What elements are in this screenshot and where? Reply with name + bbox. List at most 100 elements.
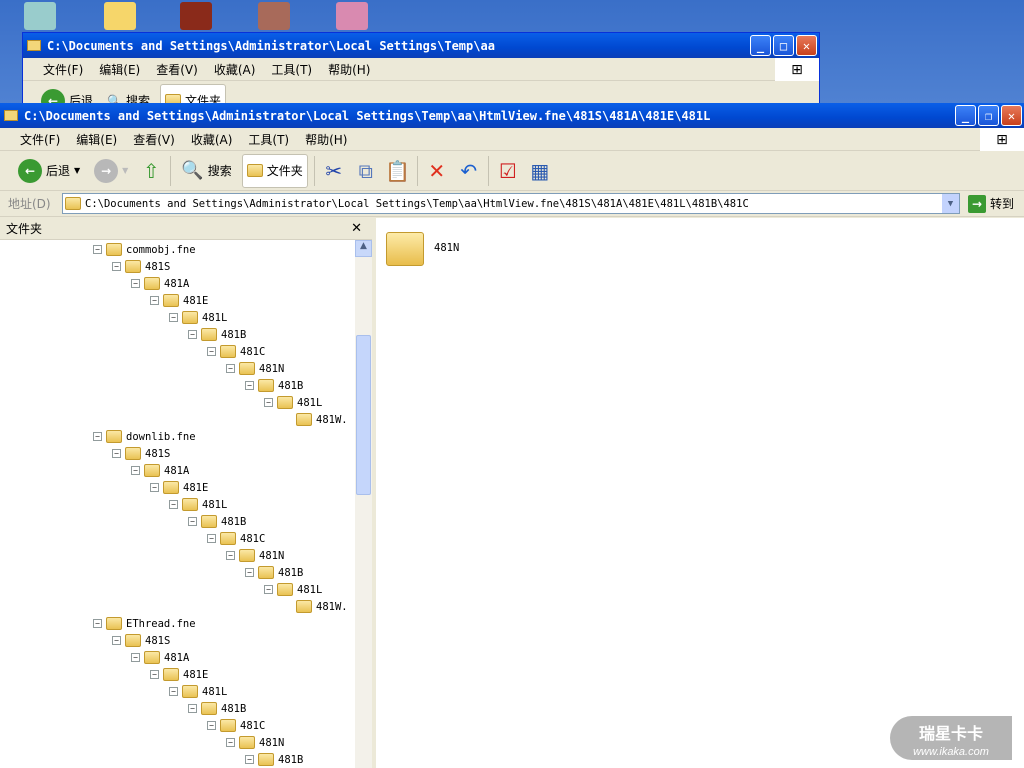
- collapse-toggle[interactable]: −: [169, 500, 178, 509]
- search-button[interactable]: 🔍 搜索: [177, 154, 235, 188]
- back-button[interactable]: ← 后退 ▼: [14, 154, 84, 188]
- copy-icon[interactable]: ⧉: [353, 159, 379, 183]
- collapse-toggle[interactable]: −: [169, 687, 178, 696]
- tree-item[interactable]: − 481L: [264, 581, 322, 598]
- menu-help[interactable]: 帮助(H): [328, 61, 370, 78]
- tree-item[interactable]: − 481L: [169, 683, 227, 700]
- undo-icon[interactable]: ↶: [456, 159, 482, 183]
- collapse-toggle[interactable]: −: [131, 279, 140, 288]
- collapse-toggle[interactable]: −: [245, 755, 254, 764]
- back-explorer-window[interactable]: C:\Documents and Settings\Administrator\…: [22, 32, 820, 104]
- menu-edit[interactable]: 编辑(E): [76, 131, 117, 148]
- paste-icon[interactable]: 📋: [385, 159, 411, 183]
- folder-desktop-icon[interactable]: [104, 2, 136, 30]
- tree-item[interactable]: − 481S: [112, 632, 170, 649]
- menu-view[interactable]: 查看(V): [133, 131, 175, 148]
- tree-item[interactable]: − 481N: [226, 734, 284, 751]
- menu-favorites[interactable]: 收藏(A): [214, 61, 256, 78]
- tree-item[interactable]: − 481A: [131, 649, 189, 666]
- tree-item[interactable]: − 481E: [150, 666, 208, 683]
- back-button[interactable]: ← 后退: [37, 84, 97, 103]
- tree-item[interactable]: − 481C: [207, 717, 265, 734]
- tree-scrollbar[interactable]: ▲: [355, 240, 372, 768]
- tree-item[interactable]: − 481N: [226, 360, 284, 377]
- folder-tree[interactable]: − commobj.fne −481S −481A −481E −481L −481B −48…: [0, 240, 355, 768]
- restore-button[interactable]: ❐: [978, 105, 999, 126]
- collapse-toggle[interactable]: −: [112, 262, 121, 271]
- collapse-toggle[interactable]: −: [93, 245, 102, 254]
- menu-edit[interactable]: 编辑(E): [99, 61, 140, 78]
- tree-item[interactable]: − 481B: [188, 326, 246, 343]
- collapse-toggle[interactable]: −: [188, 330, 197, 339]
- views-icon[interactable]: ▦: [527, 159, 553, 183]
- collapse-toggle[interactable]: −: [207, 721, 216, 730]
- menu-favorites[interactable]: 收藏(A): [191, 131, 233, 148]
- tree-item[interactable]: − 481L: [169, 496, 227, 513]
- close-button[interactable]: ✕: [1001, 105, 1022, 126]
- tree-item[interactable]: − 481B: [245, 377, 303, 394]
- properties-icon[interactable]: ☑: [495, 159, 521, 183]
- tree-item[interactable]: − 481N: [226, 547, 284, 564]
- tree-item[interactable]: − 481S: [112, 445, 170, 462]
- menu-file[interactable]: 文件(F): [43, 61, 83, 78]
- collapse-toggle[interactable]: −: [264, 398, 273, 407]
- tree-item[interactable]: − 481L: [264, 394, 322, 411]
- tree-item[interactable]: − downlib.fne: [93, 428, 196, 445]
- title-bar[interactable]: C:\Documents and Settings\Administrator\…: [23, 33, 819, 58]
- tree-item[interactable]: − 481B: [188, 513, 246, 530]
- shortcut-icon[interactable]: [336, 2, 368, 30]
- up-folder-icon[interactable]: ⇧: [138, 159, 164, 183]
- menu-help[interactable]: 帮助(H): [305, 131, 347, 148]
- scroll-up-button[interactable]: ▲: [355, 240, 372, 257]
- forward-button[interactable]: → ▼: [90, 154, 132, 188]
- menu-tools[interactable]: 工具(T): [271, 61, 312, 78]
- collapse-toggle[interactable]: −: [150, 483, 159, 492]
- collapse-toggle[interactable]: −: [226, 738, 235, 747]
- tree-item[interactable]: − 481L: [169, 309, 227, 326]
- title-bar[interactable]: C:\Documents and Settings\Administrator\…: [0, 103, 1024, 128]
- minimize-button[interactable]: _: [955, 105, 976, 126]
- content-pane[interactable]: 481N: [376, 218, 1024, 768]
- collapse-toggle[interactable]: −: [150, 670, 159, 679]
- collapse-toggle[interactable]: −: [188, 517, 197, 526]
- collapse-toggle[interactable]: −: [226, 551, 235, 560]
- collapse-toggle[interactable]: −: [264, 585, 273, 594]
- collapse-toggle[interactable]: −: [207, 534, 216, 543]
- cut-icon[interactable]: ✂: [321, 159, 347, 183]
- collapse-toggle[interactable]: −: [169, 313, 178, 322]
- collapse-toggle[interactable]: −: [112, 636, 121, 645]
- tree-item[interactable]: − 481S: [112, 258, 170, 275]
- search-button[interactable]: 🔍 搜索: [103, 84, 154, 104]
- collapse-toggle[interactable]: −: [112, 449, 121, 458]
- recycle-bin-icon[interactable]: [24, 2, 56, 30]
- delete-icon[interactable]: ✕: [424, 159, 450, 183]
- tree-item[interactable]: − 481B: [245, 564, 303, 581]
- tree-item[interactable]: −481W.: [283, 411, 348, 428]
- scroll-thumb[interactable]: [356, 335, 371, 495]
- maximize-button[interactable]: □: [773, 35, 794, 56]
- menu-tools[interactable]: 工具(T): [248, 131, 289, 148]
- tree-item[interactable]: − 481E: [150, 292, 208, 309]
- folders-button[interactable]: 文件夹: [241, 153, 308, 188]
- minimize-button[interactable]: _: [750, 35, 771, 56]
- collapse-toggle[interactable]: −: [207, 347, 216, 356]
- tree-item[interactable]: − 481B: [188, 700, 246, 717]
- dropdown-icon[interactable]: ▼: [942, 194, 959, 213]
- menu-view[interactable]: 查看(V): [156, 61, 198, 78]
- tree-item[interactable]: − 481C: [207, 530, 265, 547]
- collapse-toggle[interactable]: −: [150, 296, 159, 305]
- collapse-toggle[interactable]: −: [226, 364, 235, 373]
- collapse-toggle[interactable]: −: [93, 619, 102, 628]
- folders-button[interactable]: 文件夹: [159, 83, 226, 103]
- collapse-toggle[interactable]: −: [93, 432, 102, 441]
- shortcut-icon[interactable]: [180, 2, 212, 30]
- menu-file[interactable]: 文件(F): [20, 131, 60, 148]
- address-input[interactable]: C:\Documents and Settings\Administrator\…: [62, 193, 960, 214]
- close-pane-icon[interactable]: ✕: [351, 221, 362, 236]
- collapse-toggle[interactable]: −: [188, 704, 197, 713]
- tree-item[interactable]: − 481B: [245, 751, 303, 768]
- collapse-toggle[interactable]: −: [131, 653, 140, 662]
- tree-item[interactable]: − 481A: [131, 275, 189, 292]
- collapse-toggle[interactable]: −: [245, 381, 254, 390]
- collapse-toggle[interactable]: −: [131, 466, 140, 475]
